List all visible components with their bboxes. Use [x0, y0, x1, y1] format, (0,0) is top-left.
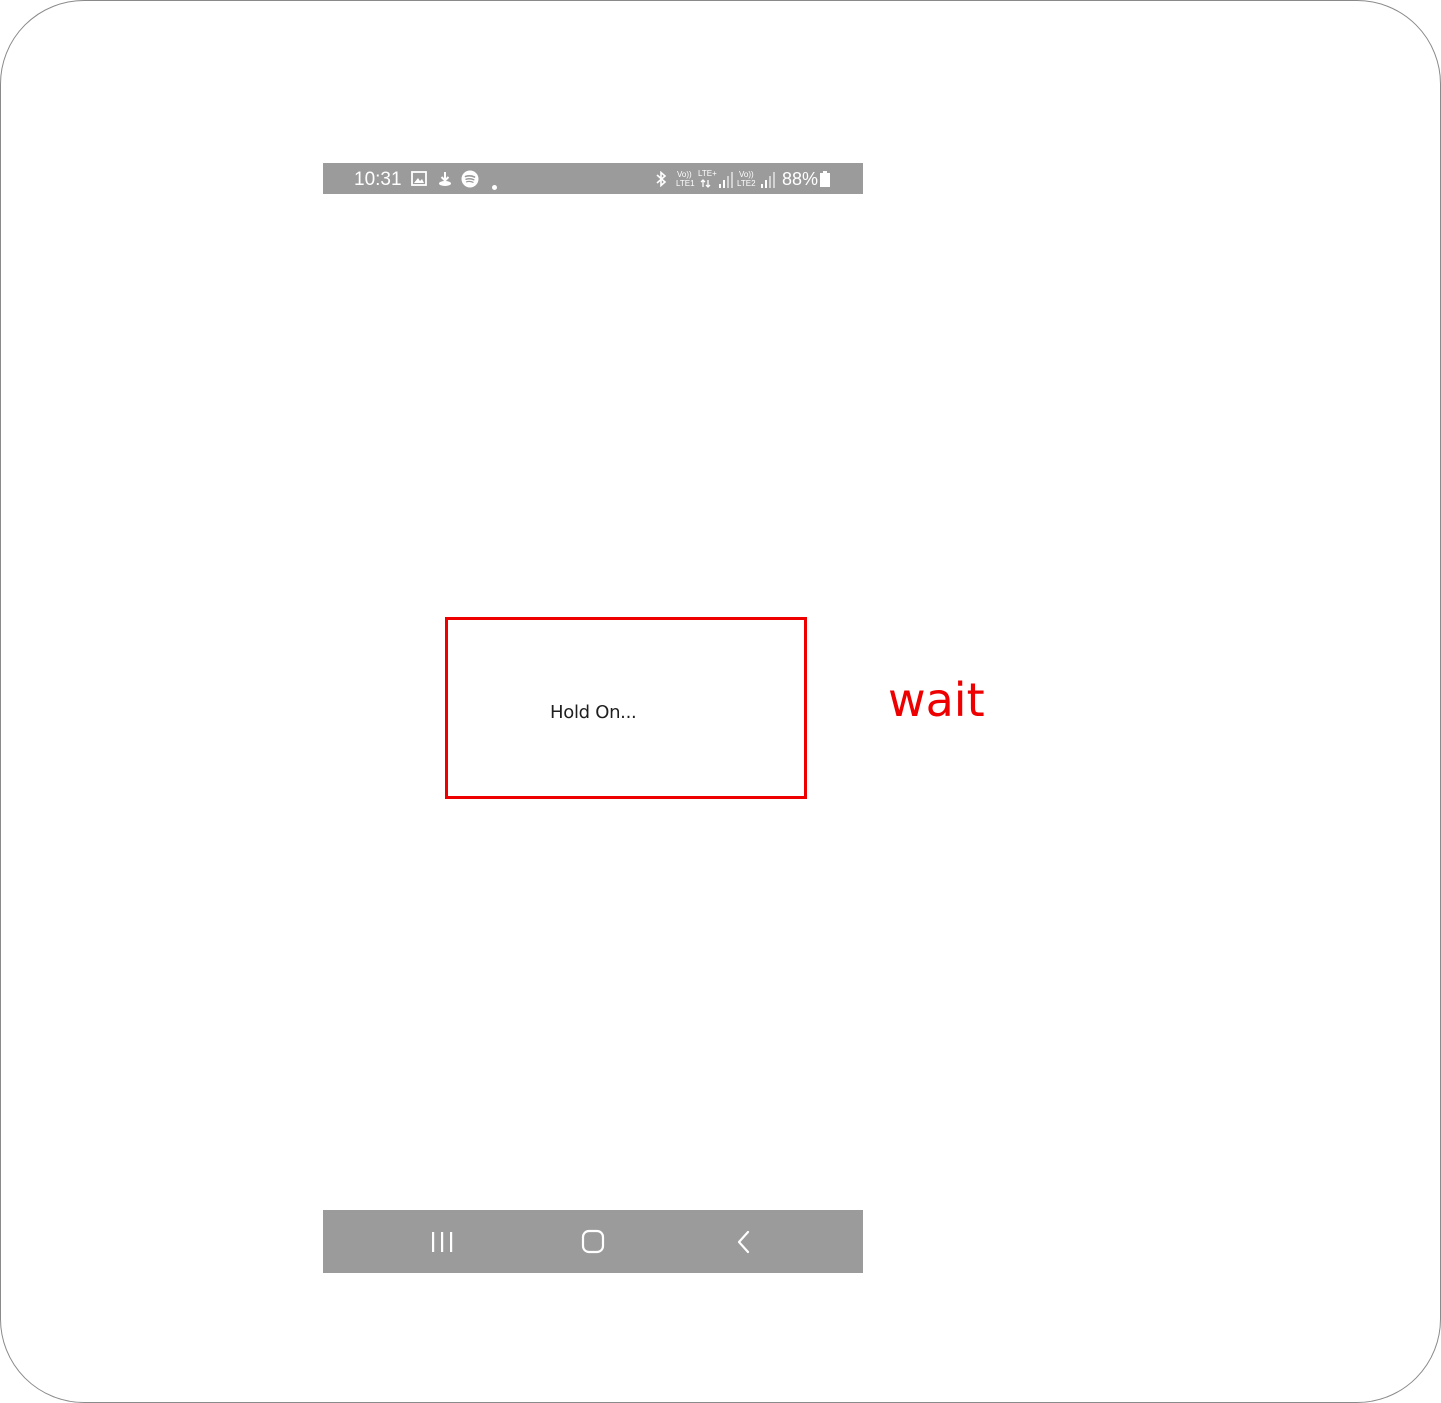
- sim1-volte-label: Vo)): [677, 170, 692, 179]
- annotation-label: wait: [888, 673, 985, 727]
- sim2-network-label: LTE2: [737, 179, 756, 188]
- status-time: 10:31: [354, 169, 402, 190]
- battery-icon: [820, 171, 830, 192]
- navigation-bar: [323, 1210, 863, 1273]
- status-bar: 10:31 Vo)) LTE1 LTE+ Vo)) LTE2 88%: [323, 163, 863, 194]
- sim1-network-label: LTE1: [676, 179, 695, 188]
- download-icon: [437, 171, 453, 192]
- home-button[interactable]: [575, 1225, 611, 1259]
- notification-dot-icon: [492, 177, 497, 195]
- battery-percent: 88%: [782, 169, 819, 189]
- sim2-volte-label: Vo)): [739, 170, 754, 179]
- recent-apps-button[interactable]: [424, 1225, 460, 1259]
- back-button[interactable]: [726, 1225, 762, 1259]
- gallery-icon: [411, 171, 427, 191]
- spotify-icon: [461, 170, 479, 193]
- bluetooth-icon: [654, 170, 668, 192]
- sim1-type-label: LTE+: [698, 169, 717, 178]
- annotation-highlight-box: [445, 617, 807, 799]
- home-icon: [581, 1229, 605, 1254]
- recent-apps-icon: [432, 1232, 453, 1252]
- back-icon: [737, 1230, 750, 1254]
